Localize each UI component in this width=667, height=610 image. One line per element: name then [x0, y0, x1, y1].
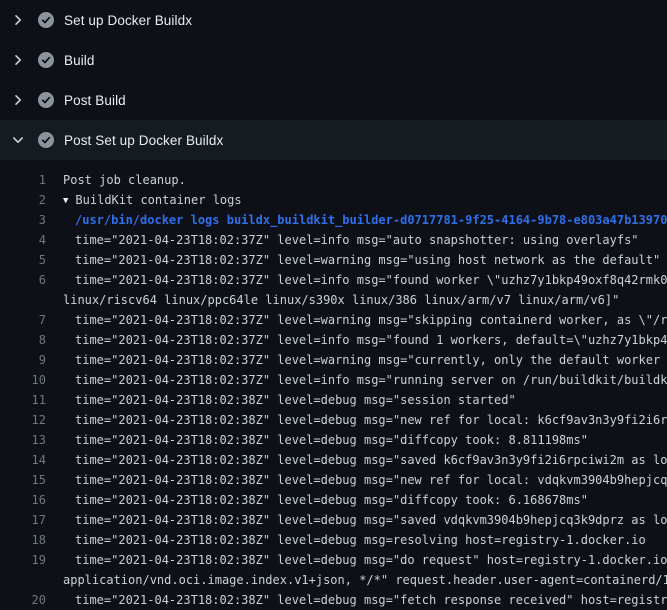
log-text: time="2021-04-23T18:02:38Z" level=debug … — [46, 490, 588, 510]
log-text: linux/riscv64 linux/ppc64le linux/s390x … — [46, 290, 619, 310]
log-line-14: 14time="2021-04-23T18:02:38Z" level=debu… — [0, 450, 667, 470]
step-header-set-up-docker-buildx[interactable]: Set up Docker Buildx — [0, 0, 667, 40]
log-line-wrap: application/vnd.oci.image.index.v1+json,… — [0, 570, 667, 590]
step-label: Post Set up Docker Buildx — [64, 133, 223, 148]
line-number[interactable]: 17 — [0, 510, 46, 530]
log-line-4: 4time="2021-04-23T18:02:37Z" level=info … — [0, 230, 667, 250]
log-text: time="2021-04-23T18:02:37Z" level=warnin… — [46, 350, 667, 370]
log-line-10: 10time="2021-04-23T18:02:37Z" level=info… — [0, 370, 667, 390]
line-number[interactable]: 11 — [0, 390, 46, 410]
log-line-3: 3/usr/bin/docker logs buildx_buildkit_bu… — [0, 210, 667, 230]
log-area: 1Post job cleanup.2 ▼ BuildKit container l… — [0, 160, 667, 610]
log-text: time="2021-04-23T18:02:38Z" level=debug … — [46, 390, 516, 410]
log-line-5: 5time="2021-04-23T18:02:37Z" level=warni… — [0, 250, 667, 270]
log-text: time="2021-04-23T18:02:38Z" level=debug … — [46, 510, 667, 530]
log-line-19: 19time="2021-04-23T18:02:38Z" level=debu… — [0, 550, 667, 570]
log-line-1: 1Post job cleanup. — [0, 170, 667, 190]
steps-list: Set up Docker Buildx Build Post Build Post … — [0, 0, 667, 160]
log-line-8: 8time="2021-04-23T18:02:37Z" level=info … — [0, 330, 667, 350]
log-text: time="2021-04-23T18:02:38Z" level=debug … — [46, 530, 646, 550]
line-number[interactable]: 9 — [0, 350, 46, 370]
line-number — [0, 290, 46, 310]
line-number[interactable]: 18 — [0, 530, 46, 550]
log-text: time="2021-04-23T18:02:37Z" level=warnin… — [46, 310, 667, 330]
line-number[interactable]: 3 — [0, 210, 46, 230]
line-number[interactable]: 5 — [0, 250, 46, 270]
log-text: Post job cleanup. — [46, 170, 186, 190]
log-text: time="2021-04-23T18:02:37Z" level=warnin… — [46, 250, 660, 270]
line-number[interactable]: 1 — [0, 170, 46, 190]
line-number[interactable]: 4 — [0, 230, 46, 250]
line-number[interactable]: 12 — [0, 410, 46, 430]
log-group-label: BuildKit container logs — [75, 193, 241, 207]
log-line-7: 7time="2021-04-23T18:02:37Z" level=warni… — [0, 310, 667, 330]
log-text: time="2021-04-23T18:02:38Z" level=debug … — [46, 550, 667, 570]
log-text: time="2021-04-23T18:02:37Z" level=info m… — [46, 230, 639, 250]
line-number[interactable]: 20 — [0, 590, 46, 610]
success-check-circle-icon — [38, 132, 54, 148]
line-number[interactable]: 19 — [0, 550, 46, 570]
line-number — [0, 570, 46, 590]
log-group-toggle[interactable]: ▼BuildKit container logs — [63, 193, 242, 207]
step-label: Build — [64, 53, 95, 68]
chevron-right-icon — [10, 52, 26, 68]
log-text: time="2021-04-23T18:02:38Z" level=debug … — [46, 470, 667, 490]
triangle-down-icon: ▼ — [63, 191, 68, 211]
log-text: time="2021-04-23T18:02:37Z" level=info m… — [46, 370, 667, 390]
chevron-right-icon — [10, 12, 26, 28]
line-number[interactable]: 8 — [0, 330, 46, 350]
chevron-down-icon — [10, 132, 26, 148]
log-line-9: 9time="2021-04-23T18:02:37Z" level=warni… — [0, 350, 667, 370]
line-number[interactable]: 6 — [0, 270, 46, 290]
log-text: time="2021-04-23T18:02:38Z" level=debug … — [46, 430, 588, 450]
line-number[interactable]: 10 — [0, 370, 46, 390]
log-text: time="2021-04-23T18:02:38Z" level=debug … — [46, 590, 667, 610]
log-line-13: 13time="2021-04-23T18:02:38Z" level=debu… — [0, 430, 667, 450]
line-number[interactable]: 2 — [0, 190, 46, 210]
log-line-20: 20time="2021-04-23T18:02:38Z" level=debu… — [0, 590, 667, 610]
log-line-12: 12time="2021-04-23T18:02:38Z" level=debu… — [0, 410, 667, 430]
step-header-build[interactable]: Build — [0, 40, 667, 80]
log-text: time="2021-04-23T18:02:37Z" level=info m… — [46, 270, 667, 290]
chevron-right-icon — [10, 92, 26, 108]
step-label: Set up Docker Buildx — [64, 13, 192, 28]
log-line-11: 11time="2021-04-23T18:02:38Z" level=debu… — [0, 390, 667, 410]
log-group-row-text: ▼ BuildKit container logs — [46, 190, 242, 210]
log-text: application/vnd.oci.image.index.v1+json,… — [46, 570, 667, 590]
log-text: time="2021-04-23T18:02:37Z" level=info m… — [46, 330, 667, 350]
line-number[interactable]: 15 — [0, 470, 46, 490]
actions-log-viewer: { "theme": { "bg": "#0d1117", "row_highl… — [0, 0, 667, 600]
line-number[interactable]: 13 — [0, 430, 46, 450]
log-line-18: 18time="2021-04-23T18:02:38Z" level=debu… — [0, 530, 667, 550]
log-line-wrap: linux/riscv64 linux/ppc64le linux/s390x … — [0, 290, 667, 310]
line-number[interactable]: 16 — [0, 490, 46, 510]
success-check-circle-icon — [38, 92, 54, 108]
step-header-post-set-up-docker-buildx[interactable]: Post Set up Docker Buildx — [0, 120, 667, 160]
line-number[interactable]: 14 — [0, 450, 46, 470]
log-line-15: 15time="2021-04-23T18:02:38Z" level=debu… — [0, 470, 667, 490]
log-line-17: 17time="2021-04-23T18:02:38Z" level=debu… — [0, 510, 667, 530]
log-text: time="2021-04-23T18:02:38Z" level=debug … — [46, 450, 667, 470]
step-header-post-build[interactable]: Post Build — [0, 80, 667, 120]
success-check-circle-icon — [38, 52, 54, 68]
line-number[interactable]: 7 — [0, 310, 46, 330]
log-command-text: /usr/bin/docker logs buildx_buildkit_bui… — [46, 210, 667, 230]
log-line-6: 6time="2021-04-23T18:02:37Z" level=info … — [0, 270, 667, 290]
log-line-16: 16time="2021-04-23T18:02:38Z" level=debu… — [0, 490, 667, 510]
log-line-2: 2 ▼ BuildKit container logs — [0, 190, 667, 210]
success-check-circle-icon — [38, 12, 54, 28]
step-label: Post Build — [64, 93, 126, 108]
log-text: time="2021-04-23T18:02:38Z" level=debug … — [46, 410, 667, 430]
